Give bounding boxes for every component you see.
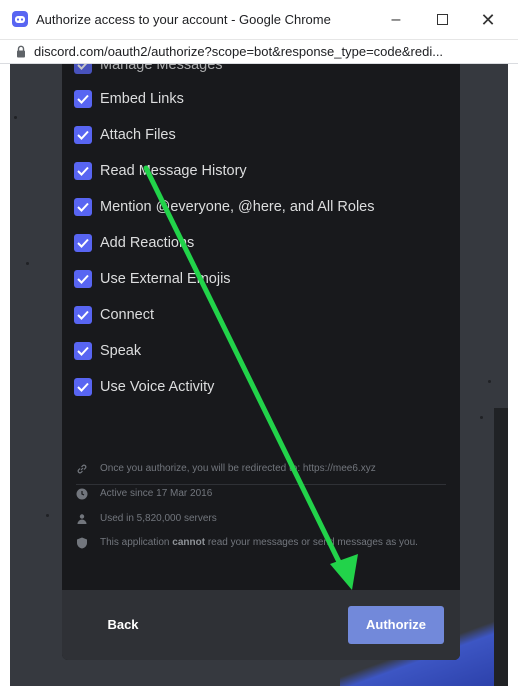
shield-icon	[77, 537, 87, 549]
checkmark-icon	[77, 274, 89, 284]
checkbox[interactable]	[74, 270, 92, 288]
permission-item-connect[interactable]: Connect	[74, 304, 454, 326]
permission-item[interactable]: Manage Messages	[74, 64, 454, 76]
info-servers: Used in 5,820,000 servers	[76, 512, 436, 526]
permission-item-add-reactions[interactable]: Add Reactions	[74, 232, 454, 254]
close-button[interactable]: ✕	[470, 6, 506, 34]
backdrop-star	[480, 416, 483, 419]
checkbox[interactable]	[74, 64, 92, 74]
checkmark-icon	[77, 346, 89, 356]
checkmark-icon	[77, 238, 89, 248]
privacy-bold: cannot	[172, 537, 206, 548]
link-icon	[77, 464, 87, 474]
clock-icon	[76, 488, 88, 500]
info-privacy: This application cannot read your messag…	[76, 536, 436, 550]
backdrop-star	[46, 514, 49, 517]
checkbox[interactable]	[74, 378, 92, 396]
checkbox[interactable]	[74, 90, 92, 108]
privacy-text: This application cannot read your messag…	[100, 536, 418, 550]
info-redirect: Once you authorize, you will be redirect…	[76, 462, 436, 476]
minimize-button[interactable]: –	[378, 6, 414, 34]
permission-list: Manage Messages Embed Links Attach Files…	[62, 64, 460, 474]
authorize-button[interactable]: Authorize	[348, 606, 444, 644]
redirect-text: Once you authorize, you will be redirect…	[100, 463, 376, 474]
backdrop-star	[14, 116, 17, 119]
users-icon	[77, 514, 87, 524]
privacy-suffix: read your messages or send messages as y…	[205, 537, 418, 548]
permission-label: Mention @everyone, @here, and All Roles	[100, 199, 375, 215]
permission-label: Speak	[100, 343, 142, 359]
page-scrollbar[interactable]	[494, 408, 508, 686]
permission-item-read-message-history[interactable]: Read Message History	[74, 160, 454, 182]
checkmark-icon	[77, 310, 89, 320]
checkbox[interactable]	[74, 198, 92, 216]
checkbox[interactable]	[74, 234, 92, 252]
checkmark-icon	[77, 202, 89, 212]
divider	[76, 484, 446, 485]
checkbox[interactable]	[74, 162, 92, 180]
permission-label: Manage Messages	[100, 64, 223, 73]
permission-label: Embed Links	[100, 91, 184, 107]
permission-label: Add Reactions	[100, 235, 195, 251]
url-text[interactable]: discord.com/oauth2/authorize?scope=bot&r…	[34, 44, 514, 59]
modal-footer: Back Authorize	[62, 590, 460, 660]
permission-item-speak[interactable]: Speak	[74, 340, 454, 362]
active-since-text: Active since 17 Mar 2016	[100, 488, 213, 499]
permission-label: Use External Emojis	[100, 271, 231, 287]
permission-label: Attach Files	[100, 127, 176, 143]
permission-label: Connect	[100, 307, 155, 323]
back-button[interactable]: Back	[90, 608, 156, 642]
checkbox[interactable]	[74, 126, 92, 144]
info-active-since: Active since 17 Mar 2016	[76, 487, 436, 501]
discord-icon	[12, 11, 28, 27]
window-titlebar: Authorize access to your account - Googl…	[0, 0, 518, 40]
address-bar[interactable]: discord.com/oauth2/authorize?scope=bot&r…	[0, 40, 518, 64]
permission-item-embed-links[interactable]: Embed Links	[74, 88, 454, 110]
permission-item-attach-files[interactable]: Attach Files	[74, 124, 454, 146]
permission-item-use-external-emojis[interactable]: Use External Emojis	[74, 268, 454, 290]
maximize-button[interactable]	[424, 6, 460, 34]
checkmark-icon	[77, 382, 89, 392]
backdrop-star	[26, 262, 29, 265]
permission-label: Use Voice Activity	[100, 379, 215, 395]
checkmark-icon	[77, 166, 89, 176]
checkmark-icon	[77, 64, 88, 70]
servers-text: Used in 5,820,000 servers	[100, 513, 217, 524]
maximize-icon	[436, 14, 448, 26]
privacy-prefix: This application	[100, 537, 173, 548]
checkmark-icon	[77, 94, 89, 104]
authorize-modal: Manage Messages Embed Links Attach Files…	[62, 64, 460, 660]
checkmark-icon	[77, 130, 89, 140]
permission-label: Read Message History	[100, 163, 247, 179]
lock-icon	[17, 45, 25, 58]
permission-item-use-voice-activity[interactable]: Use Voice Activity	[74, 376, 454, 398]
checkbox[interactable]	[74, 342, 92, 360]
permission-item-mention-everyone[interactable]: Mention @everyone, @here, and All Roles	[74, 196, 454, 218]
checkbox[interactable]	[74, 306, 92, 324]
window-title: Authorize access to your account - Googl…	[36, 12, 331, 27]
backdrop-star	[488, 380, 491, 383]
